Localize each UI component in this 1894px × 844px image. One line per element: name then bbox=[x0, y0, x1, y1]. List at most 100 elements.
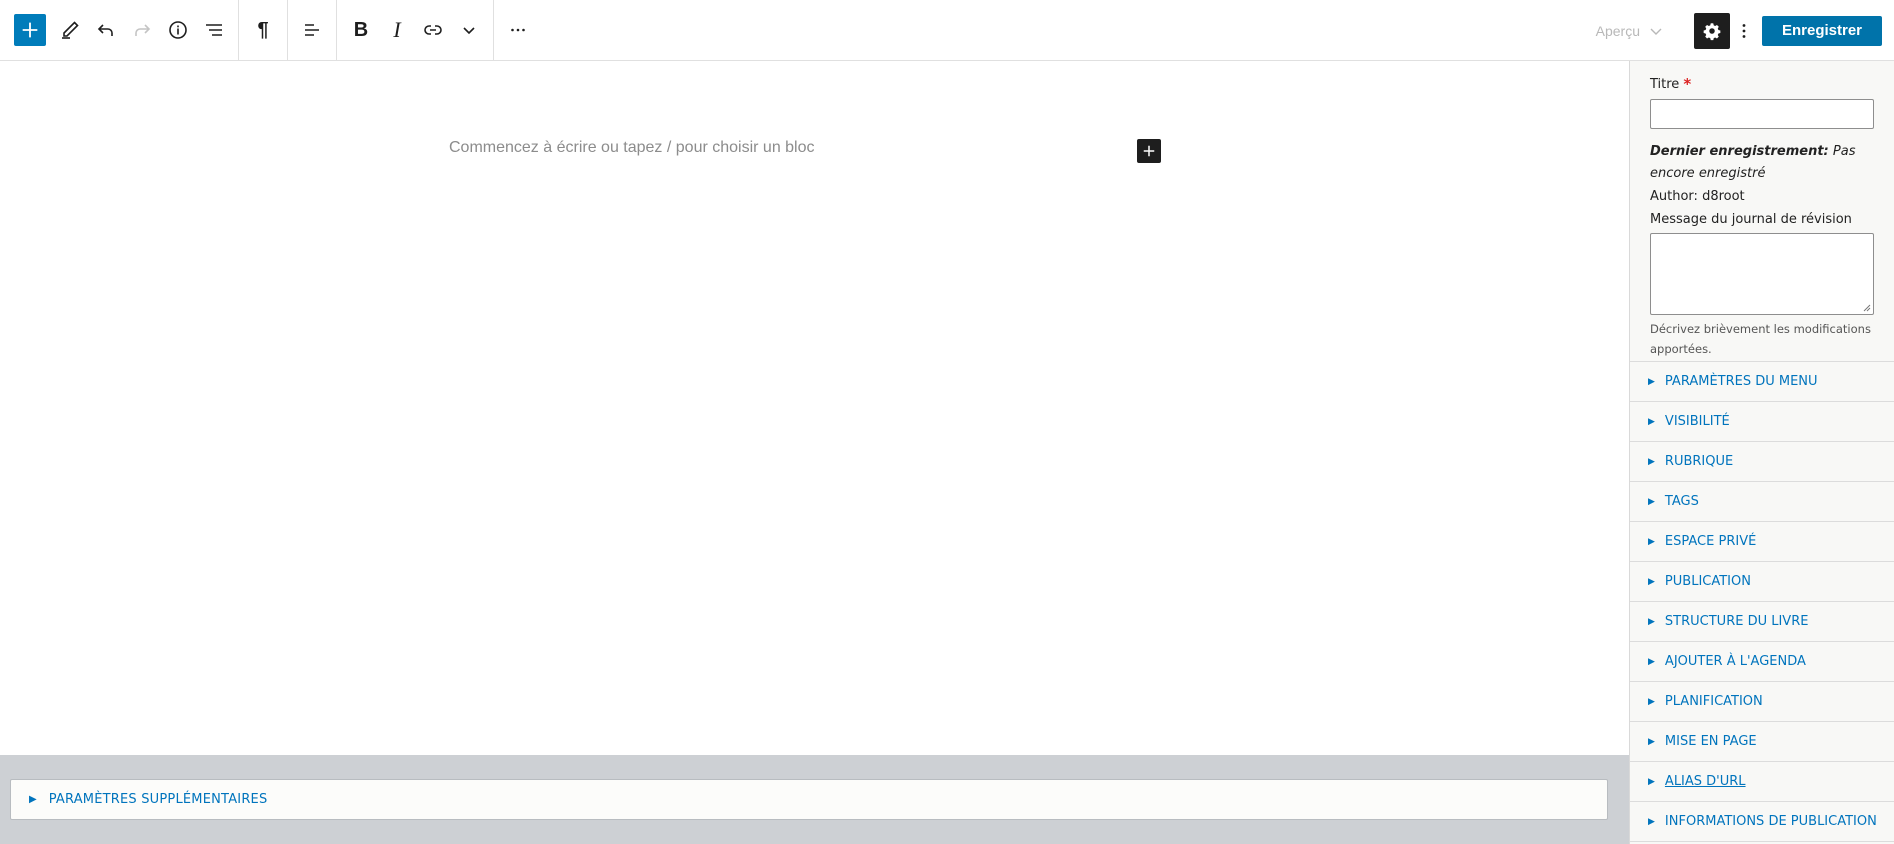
gear-icon bbox=[1703, 22, 1721, 40]
extra-settings-toggle[interactable]: ▶ PARAMÈTRES SUPPLÉMENTAIRES bbox=[10, 779, 1608, 820]
sidebar-section-publication[interactable]: ▶ PUBLICATION bbox=[1630, 562, 1894, 602]
sidebar-section-publication-info[interactable]: ▶ INFORMATIONS DE PUBLICATION bbox=[1630, 802, 1894, 842]
sidebar-main-fields: Titre * Dernier enregistrement: Pas enco… bbox=[1630, 61, 1894, 362]
sidebar-section-add-to-agenda[interactable]: ▶ AJOUTER À L'AGENDA bbox=[1630, 642, 1894, 682]
undo-button[interactable] bbox=[88, 12, 124, 48]
title-input[interactable] bbox=[1650, 99, 1874, 129]
sidebar-section-scheduling[interactable]: ▶ PLANIFICATION bbox=[1630, 682, 1894, 722]
sidebar-section-label: PUBLICATION bbox=[1664, 574, 1751, 589]
toolbar-right: Aperçu Enregistrer bbox=[1596, 0, 1894, 61]
sidebar-section-label: AJOUTER À L'AGENDA bbox=[1664, 654, 1806, 669]
sidebar-section-label: ALIAS D'URL bbox=[1664, 774, 1746, 789]
triangle-right-icon: ▶ bbox=[1648, 656, 1655, 667]
bold-icon: B bbox=[353, 18, 369, 41]
ellipsis-horizontal-icon bbox=[511, 28, 525, 32]
ellipsis-vertical-icon bbox=[1742, 23, 1746, 38]
sidebar-section-label: INFORMATIONS DE PUBLICATION bbox=[1664, 814, 1877, 829]
last-save-label: Dernier enregistrement: bbox=[1650, 144, 1829, 159]
settings-sidebar: Titre * Dernier enregistrement: Pas enco… bbox=[1629, 61, 1894, 844]
triangle-right-icon: ▶ bbox=[1648, 376, 1655, 387]
toolbar-group-block-type: ¶ bbox=[239, 0, 288, 61]
triangle-right-icon: ▶ bbox=[1648, 736, 1655, 747]
toolbar-group-options bbox=[494, 0, 542, 61]
add-block-button[interactable] bbox=[14, 14, 46, 46]
triangle-right-icon: ▶ bbox=[1648, 456, 1655, 467]
align-left-icon bbox=[305, 24, 319, 36]
info-icon bbox=[169, 21, 187, 39]
last-save-info: Dernier enregistrement: Pas encore enreg… bbox=[1650, 141, 1874, 185]
sidebar-section-tags[interactable]: ▶ TAGS bbox=[1630, 482, 1894, 522]
resize-grip-icon[interactable] bbox=[1861, 302, 1871, 312]
plus-icon bbox=[1143, 145, 1155, 157]
settings-button[interactable] bbox=[1694, 12, 1730, 49]
sidebar-section-label: RUBRIQUE bbox=[1664, 454, 1734, 469]
toolbar-group-align bbox=[288, 0, 337, 61]
sidebar-section-label: PARAMÈTRES DU MENU bbox=[1664, 374, 1818, 389]
revision-log-help: Décrivez brièvement les modifications ap… bbox=[1650, 322, 1871, 356]
block-placeholder[interactable]: Commencez à écrire ou tapez / pour chois… bbox=[449, 139, 815, 157]
extra-settings-label: PARAMÈTRES SUPPLÉMENTAIRES bbox=[48, 792, 268, 807]
sidebar-section-label: VISIBILITÉ bbox=[1664, 414, 1730, 429]
undo-icon bbox=[97, 24, 113, 36]
tools-button[interactable] bbox=[52, 12, 88, 48]
list-view-icon bbox=[206, 24, 222, 36]
triangle-right-icon: ▶ bbox=[1648, 776, 1655, 787]
sidebar-section-category[interactable]: ▶ RUBRIQUE bbox=[1630, 442, 1894, 482]
sidebar-section-label: ESPACE PRIVÉ bbox=[1664, 534, 1757, 549]
author-value: d8root bbox=[1702, 189, 1745, 204]
top-toolbar: ¶ B I Aperçu Enregistrer bbox=[0, 0, 1894, 61]
align-button[interactable] bbox=[294, 12, 330, 48]
save-button[interactable]: Enregistrer bbox=[1762, 15, 1882, 46]
preview-label: Aperçu bbox=[1595, 22, 1640, 39]
more-formats-button[interactable] bbox=[451, 12, 487, 48]
sidebar-section-private-space[interactable]: ▶ ESPACE PRIVÉ bbox=[1630, 522, 1894, 562]
sidebar-section-label: STRUCTURE DU LIVRE bbox=[1664, 614, 1809, 629]
author-label: Author: bbox=[1650, 189, 1698, 204]
sidebar-section-url-alias[interactable]: ▶ ALIAS D'URL bbox=[1630, 762, 1894, 802]
chevron-down-icon bbox=[463, 27, 475, 35]
italic-button[interactable]: I bbox=[379, 12, 415, 48]
revision-log-textarea[interactable] bbox=[1650, 233, 1874, 315]
triangle-right-icon: ▶ bbox=[1648, 416, 1655, 427]
triangle-right-icon: ▶ bbox=[1648, 816, 1655, 827]
required-mark: * bbox=[1683, 75, 1692, 93]
link-icon bbox=[424, 25, 442, 35]
triangle-right-icon: ▶ bbox=[1648, 576, 1655, 587]
toolbar-group-document bbox=[0, 0, 239, 61]
inline-add-block-button[interactable] bbox=[1137, 139, 1161, 163]
title-label: Titre * bbox=[1650, 75, 1874, 93]
plus-icon bbox=[22, 22, 38, 38]
paragraph-block-button[interactable]: ¶ bbox=[245, 12, 281, 48]
sidebar-section-layout[interactable]: ▶ MISE EN PAGE bbox=[1630, 722, 1894, 762]
author-info: Author: d8root bbox=[1650, 189, 1874, 204]
block-options-button[interactable] bbox=[500, 12, 536, 48]
triangle-right-icon: ▶ bbox=[29, 794, 37, 805]
editor-canvas: Commencez à écrire ou tapez / pour chois… bbox=[0, 61, 1629, 755]
pencil-icon bbox=[62, 21, 79, 39]
italic-icon: I bbox=[393, 17, 401, 42]
link-button[interactable] bbox=[415, 12, 451, 48]
sidebar-section-visibility[interactable]: ▶ VISIBILITÉ bbox=[1630, 402, 1894, 442]
details-button[interactable] bbox=[160, 12, 196, 48]
triangle-right-icon: ▶ bbox=[1648, 536, 1655, 547]
more-options-button[interactable] bbox=[1730, 13, 1758, 49]
redo-button[interactable] bbox=[124, 12, 160, 48]
sidebar-section-label: TAGS bbox=[1664, 494, 1699, 509]
bottom-metabox-area: ▶ PARAMÈTRES SUPPLÉMENTAIRES bbox=[0, 755, 1629, 844]
revision-log-label: Message du journal de révision bbox=[1650, 212, 1852, 227]
triangle-right-icon: ▶ bbox=[1648, 496, 1655, 507]
redo-icon bbox=[135, 24, 151, 36]
sidebar-section-menu-settings[interactable]: ▶ PARAMÈTRES DU MENU bbox=[1630, 362, 1894, 402]
chevron-down-icon bbox=[1650, 28, 1662, 35]
paragraph-icon: ¶ bbox=[257, 18, 269, 41]
toolbar-group-format: B I bbox=[337, 0, 494, 61]
sidebar-section-label: PLANIFICATION bbox=[1664, 694, 1763, 709]
preview-dropdown[interactable]: Aperçu bbox=[1596, 23, 1664, 39]
bold-button[interactable]: B bbox=[343, 12, 379, 48]
triangle-right-icon: ▶ bbox=[1648, 696, 1655, 707]
list-view-button[interactable] bbox=[196, 12, 232, 48]
title-label-text: Titre bbox=[1650, 76, 1680, 92]
sidebar-section-label: MISE EN PAGE bbox=[1664, 734, 1757, 749]
sidebar-section-book-structure[interactable]: ▶ STRUCTURE DU LIVRE bbox=[1630, 602, 1894, 642]
triangle-right-icon: ▶ bbox=[1648, 616, 1655, 627]
